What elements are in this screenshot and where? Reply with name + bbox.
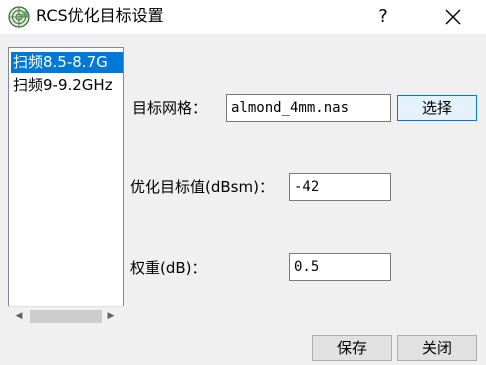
window-title: RCS优化目标设置	[36, 6, 164, 25]
list-item[interactable]: 扫频9-9.2GHz	[11, 75, 113, 96]
scroll-right-icon[interactable]: ▶	[102, 307, 120, 326]
sweep-list[interactable]: 扫频8.5-8.7G 扫频9-9.2GHz	[8, 47, 124, 326]
mesh-input[interactable]: almond_4mm.nas	[226, 94, 391, 122]
help-button[interactable]: ?	[368, 2, 398, 32]
mesh-label: 目标网格：	[132, 99, 208, 117]
target-label: 优化目标值(dBsm)：	[130, 178, 274, 196]
target-input[interactable]: -42	[289, 173, 391, 201]
choose-button[interactable]: 选择	[397, 95, 477, 121]
save-button[interactable]: 保存	[312, 335, 392, 361]
horizontal-scrollbar[interactable]: ◀ ▶	[8, 306, 124, 326]
weight-label: 权重(dB)：	[130, 259, 207, 277]
title-bar: RCS优化目标设置 ?	[0, 0, 486, 34]
close-button[interactable]: 关闭	[397, 335, 477, 361]
scroll-left-icon[interactable]: ◀	[10, 307, 28, 326]
scrollbar-thumb[interactable]	[30, 310, 102, 323]
close-icon	[445, 9, 461, 25]
window-close-button[interactable]	[438, 2, 468, 32]
weight-input[interactable]: 0.5	[289, 253, 391, 281]
list-item[interactable]: 扫频8.5-8.7G	[11, 52, 123, 73]
radar-app-icon	[8, 6, 30, 28]
